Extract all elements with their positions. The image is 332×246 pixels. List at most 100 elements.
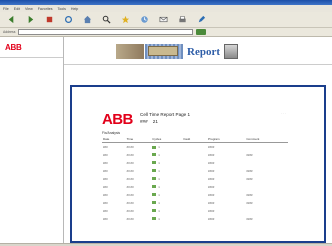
table-cell: ####: [246, 168, 253, 173]
table-cell: ###: [103, 200, 108, 205]
cycles-value: 1: [158, 176, 160, 181]
status-indicator-icon: [152, 217, 157, 221]
table-cell: ####: [246, 200, 253, 205]
table-cell: [182, 143, 207, 151]
banner-report-word: Report: [187, 45, 220, 58]
history-icon[interactable]: [139, 15, 149, 25]
table-body: ### ##:## 1 #### ### ##:## 1 #### #### ### ##:## 1 #…: [102, 143, 288, 223]
table-cell: ##:##: [126, 184, 134, 189]
menu-edit[interactable]: Edit: [14, 7, 20, 11]
table-cell: ###: [103, 144, 108, 149]
table-cell: ##:##: [126, 152, 134, 157]
status-indicator-icon: [152, 145, 157, 149]
table-cell: 1: [151, 159, 182, 167]
table-cell: [182, 167, 207, 175]
banner-divider: [64, 64, 332, 65]
address-label: Address: [3, 30, 16, 34]
cycles-value: 1: [158, 216, 160, 221]
table-cell: [182, 175, 207, 183]
table-row: ### ##:## 1 ####: [102, 207, 288, 215]
status-indicator-icon: [152, 169, 157, 173]
table-cell: 1: [151, 183, 182, 191]
menu-file[interactable]: File: [3, 7, 9, 11]
cycles-value: 1: [158, 208, 160, 213]
table-row: ### ##:## 1 ####: [102, 183, 288, 191]
table-cell: ##:##: [126, 208, 134, 213]
forward-icon[interactable]: [25, 15, 35, 25]
banner-image-middle: [145, 44, 183, 59]
status-indicator-icon: [152, 185, 157, 189]
report-title-text: Cell Time Report: [140, 112, 175, 117]
back-icon[interactable]: [6, 15, 16, 25]
report-title: Cell Time Report Page 1: [140, 112, 190, 117]
cycles-value: 1: [158, 168, 160, 173]
home-icon[interactable]: [82, 15, 92, 25]
browser-toolbar: [0, 12, 332, 28]
print-icon[interactable]: [177, 15, 187, 25]
table-cell: 1: [151, 191, 182, 199]
report-window: ABB Cell Time Report Page 1 ### 21 · · ·…: [70, 85, 326, 243]
table-cell: ###: [103, 216, 108, 221]
favorites-icon[interactable]: [120, 15, 130, 25]
table-cell: ###: [103, 176, 108, 181]
table-cell: ####: [246, 176, 253, 181]
edit-icon[interactable]: [196, 15, 206, 25]
table-cell: 1: [151, 143, 182, 151]
table-cell: ##:##: [126, 192, 134, 197]
table-cell: [245, 143, 288, 151]
status-indicator-icon: [152, 153, 157, 157]
stop-icon[interactable]: [44, 15, 54, 25]
report-title-suffix: Page 1: [175, 112, 191, 117]
table-cell: 1: [151, 207, 182, 215]
menu-favorites[interactable]: Favorites: [38, 7, 53, 11]
table-cell: 1: [151, 199, 182, 207]
address-bar: Address: [0, 28, 332, 37]
table-row: ### ##:## 1 #### ####: [102, 215, 288, 223]
report-page-corner: · · ·: [281, 111, 286, 115]
menu-view[interactable]: View: [25, 7, 33, 11]
abb-logo[interactable]: ABB: [5, 43, 22, 52]
menu-help[interactable]: Help: [71, 7, 78, 11]
table-cell: ####: [208, 160, 215, 165]
report-caption: Fix/Analysis: [102, 131, 121, 135]
table-cell: ####: [208, 144, 215, 149]
go-button[interactable]: [196, 29, 207, 35]
status-indicator-icon: [152, 161, 157, 165]
table-cell: ##:##: [126, 144, 134, 149]
report-abb-logo: ABB: [102, 111, 133, 128]
table-row: ### ##:## 1 #### ####: [102, 167, 288, 175]
table-cell: ###: [103, 168, 108, 173]
cycles-value: 1: [158, 160, 160, 165]
table-cell: ####: [246, 216, 253, 221]
cycles-value: 1: [158, 152, 160, 157]
table-cell: ###: [103, 208, 108, 213]
table-row: ### ##:## 1 #### ####: [102, 151, 288, 159]
table-cell: ###: [103, 160, 108, 165]
table-cell: [182, 199, 207, 207]
table-row: ### ##:## 1 #### ####: [102, 191, 288, 199]
menu-tools[interactable]: Tools: [58, 7, 66, 11]
cycles-value: 1: [158, 200, 160, 205]
table-row: ### ##:## 1 #### ####: [102, 175, 288, 183]
content-frame: Report ABB Cell Time Report Page 1 ### 2…: [64, 37, 332, 243]
table-cell: ####: [208, 176, 215, 181]
table-cell: ####: [246, 152, 253, 157]
table-cell: ####: [246, 192, 253, 197]
left-divider: [0, 57, 63, 58]
table-cell: ##:##: [126, 160, 134, 165]
cycles-value: 1: [158, 192, 160, 197]
address-input[interactable]: [18, 29, 194, 35]
refresh-icon[interactable]: [63, 15, 73, 25]
mail-icon[interactable]: [158, 15, 168, 25]
table-cell: ####: [208, 168, 215, 173]
report-table: Date Time Cycles Fault Program Comment #…: [102, 137, 288, 223]
status-indicator-icon: [152, 193, 157, 197]
menu-bar: File Edit View Favorites Tools Help: [0, 5, 332, 12]
table-cell: ##:##: [126, 176, 134, 181]
search-icon[interactable]: [101, 15, 111, 25]
table-cell: ##:##: [126, 216, 134, 221]
table-cell: ####: [208, 184, 215, 189]
table-cell: 1: [151, 175, 182, 183]
table-cell: ####: [208, 200, 215, 205]
table-cell: ###: [103, 192, 108, 197]
